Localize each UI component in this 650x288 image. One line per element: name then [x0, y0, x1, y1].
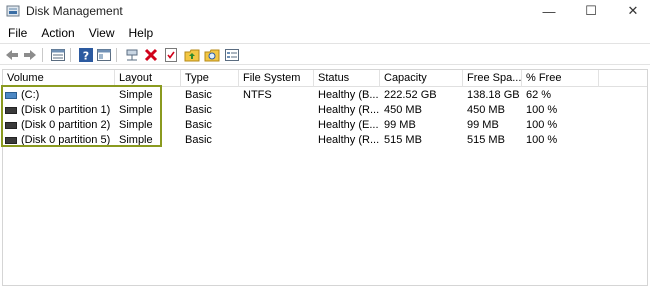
- cell-percent-free: 100 %: [526, 134, 558, 146]
- up-folder-icon[interactable]: [184, 47, 200, 63]
- window-title: Disk Management: [26, 4, 123, 18]
- column-header-status[interactable]: Status: [314, 70, 380, 87]
- menu-bar: File Action View Help: [0, 24, 650, 42]
- disk-management-icon: [6, 5, 20, 17]
- cell-file-system: [239, 103, 314, 118]
- connect-icon[interactable]: [124, 47, 140, 63]
- column-header-capacity[interactable]: Capacity: [380, 70, 463, 87]
- selection-highlight-box: [1, 85, 162, 147]
- cell-status: Healthy (B...: [318, 89, 379, 101]
- title-bar: Disk Management — ☐ ✕: [0, 0, 650, 22]
- check-icon[interactable]: [163, 47, 179, 63]
- cell-type: Basic: [185, 104, 212, 116]
- properties-icon[interactable]: [96, 47, 112, 63]
- toolbar-separator: [70, 48, 71, 62]
- cell-capacity: 99 MB: [384, 119, 416, 131]
- cell-free-space: 138.18 GB: [467, 89, 520, 101]
- column-header-type[interactable]: Type: [181, 70, 239, 87]
- forward-arrow-icon[interactable]: [22, 47, 38, 63]
- cell-type: Basic: [185, 119, 212, 131]
- cell-percent-free: 62 %: [526, 89, 552, 101]
- cell-free-space: 450 MB: [467, 104, 505, 116]
- menu-action[interactable]: Action: [34, 24, 81, 42]
- search-folder-icon[interactable]: [204, 47, 220, 63]
- cell-status: Healthy (R...: [318, 104, 380, 116]
- delete-icon[interactable]: [143, 47, 159, 63]
- cell-file-system: [239, 118, 314, 133]
- cell-percent-free: 100 %: [526, 104, 558, 116]
- cell-file-system: [239, 133, 314, 148]
- maximize-button[interactable]: ☐: [574, 0, 608, 22]
- svg-text:?: ?: [83, 50, 89, 63]
- column-header-percent-free[interactable]: % Free: [522, 70, 599, 87]
- cell-status: Healthy (E...: [318, 119, 379, 131]
- cell-status: Healthy (R...: [318, 134, 380, 146]
- cell-capacity: 222.52 GB: [384, 89, 437, 101]
- toolbar-separator: [116, 48, 117, 62]
- cell-type: Basic: [185, 134, 212, 146]
- disk-list-icon[interactable]: [50, 47, 66, 63]
- column-header-free-space[interactable]: Free Spa...: [463, 70, 522, 87]
- view-icon[interactable]: [224, 47, 240, 63]
- cell-free-space: 515 MB: [467, 134, 505, 146]
- help-icon[interactable]: ?: [78, 47, 94, 63]
- menu-help[interactable]: Help: [122, 24, 161, 42]
- menu-view[interactable]: View: [82, 24, 122, 42]
- cell-capacity: 515 MB: [384, 134, 422, 146]
- cell-free-space: 99 MB: [467, 119, 499, 131]
- cell-type: Basic: [185, 89, 212, 101]
- close-button[interactable]: ✕: [616, 0, 650, 22]
- cell-file-system: NTFS: [243, 89, 272, 101]
- minimize-button[interactable]: —: [532, 0, 566, 22]
- cell-percent-free: 100 %: [526, 119, 558, 131]
- back-arrow-icon[interactable]: [4, 47, 20, 63]
- column-header-file-system[interactable]: File System: [239, 70, 314, 87]
- menu-file[interactable]: File: [0, 24, 34, 42]
- toolbar: ?: [0, 43, 650, 65]
- toolbar-separator: [42, 48, 43, 62]
- cell-capacity: 450 MB: [384, 104, 422, 116]
